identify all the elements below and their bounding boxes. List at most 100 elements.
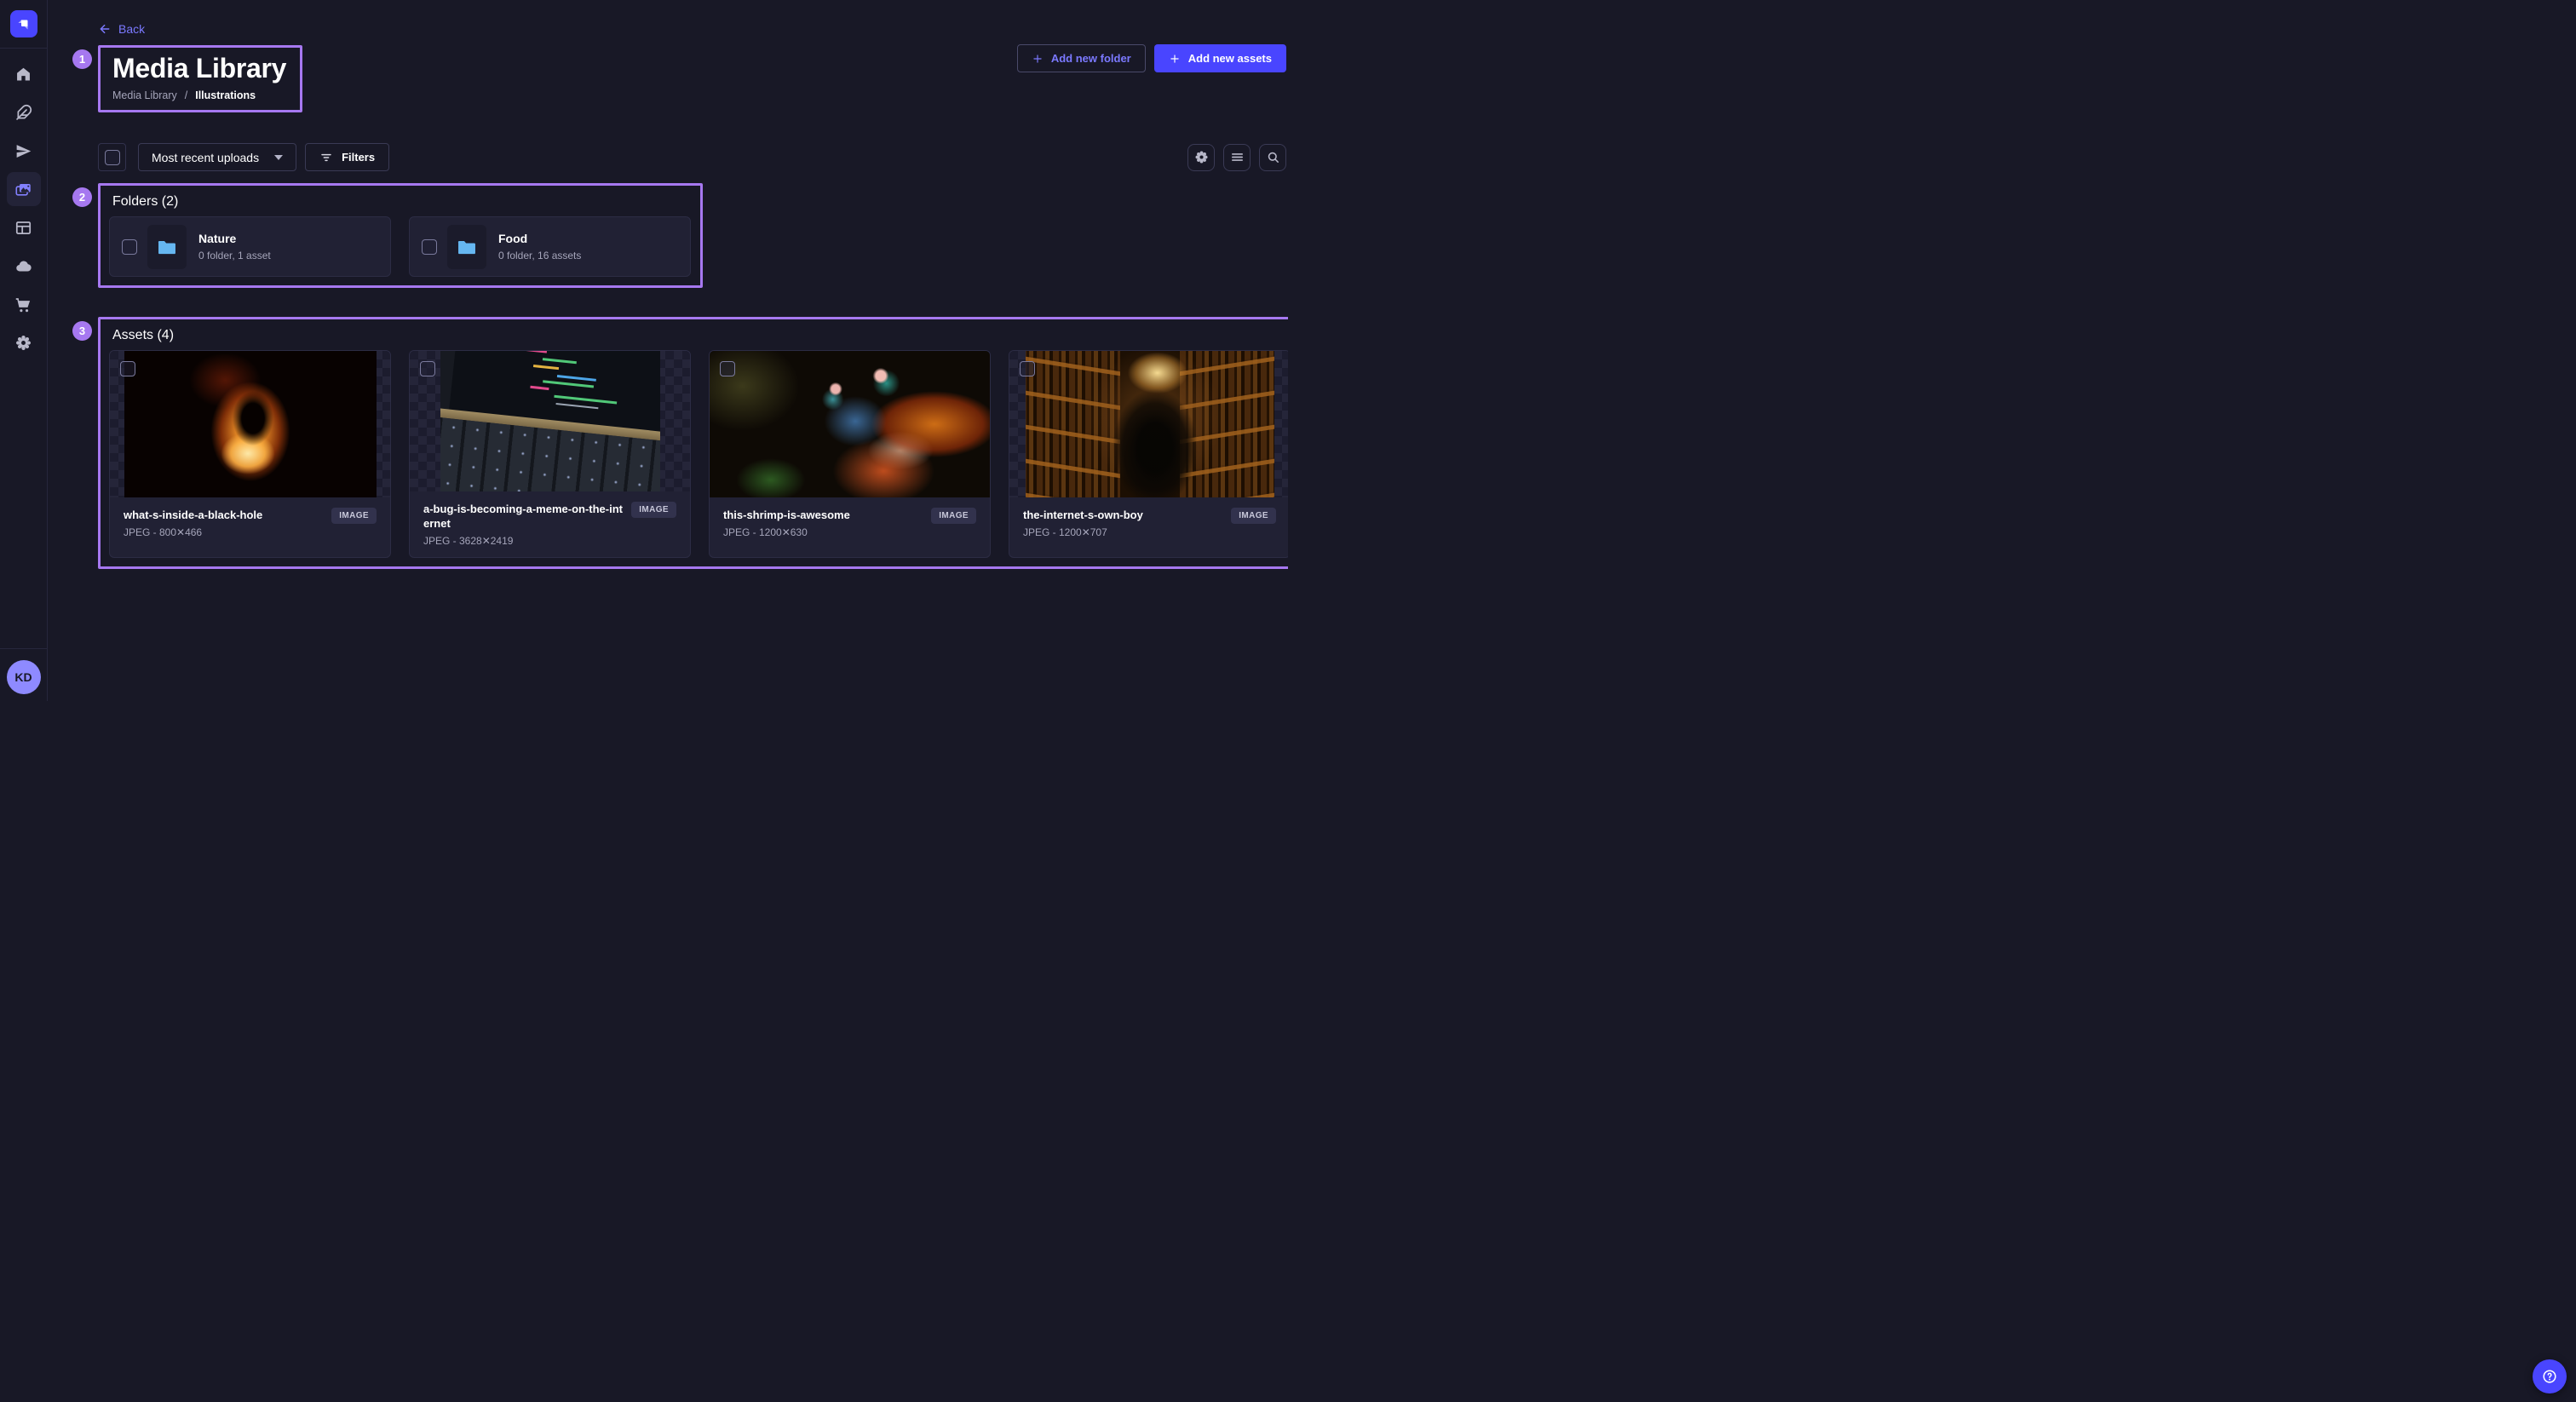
add-new-assets-button[interactable]: Add new assets (1154, 44, 1286, 72)
filter-icon (319, 151, 333, 164)
main-content: Back 1 Media Library Media Library / Ill… (48, 0, 1288, 701)
sidebar-bottom: KD (0, 648, 47, 701)
sidebar-item-media-library[interactable] (7, 172, 41, 206)
folder-info: Food 0 folder, 16 assets (498, 232, 581, 261)
asset-type-badge: IMAGE (1231, 508, 1276, 524)
back-link[interactable]: Back (98, 22, 145, 36)
annotation-box-assets: 3 Assets (4) what-s-inside-a-black-hole … (98, 317, 1288, 569)
view-settings-button[interactable] (1187, 144, 1215, 171)
folders-grid: Nature 0 folder, 1 asset Food 0 folder, … (109, 216, 692, 277)
annotation-box-folders: 2 Folders (2) Nature 0 folder, 1 asset (98, 183, 703, 288)
asset-card-bug-meme[interactable]: a-bug-is-becoming-a-meme-on-the-internet… (409, 350, 691, 558)
sort-dropdown-value: Most recent uploads (152, 151, 259, 164)
plus-icon (1032, 53, 1044, 65)
send-icon (14, 142, 32, 160)
arrow-left-icon (98, 22, 112, 36)
header-actions: Add new folder Add new assets (1017, 44, 1286, 72)
sort-dropdown[interactable]: Most recent uploads (138, 143, 296, 171)
asset-title: what-s-inside-a-black-hole (124, 508, 325, 523)
folder-card-nature[interactable]: Nature 0 folder, 1 asset (109, 216, 391, 277)
asset-meta: JPEG - 1200✕707 (1023, 526, 1224, 538)
chevron-down-icon (274, 155, 283, 160)
toolbar: Most recent uploads Filters (98, 143, 1286, 171)
gear-icon (14, 334, 32, 352)
strapi-logo-mark (16, 16, 32, 32)
folder-info: Nature 0 folder, 1 asset (198, 232, 271, 261)
sidebar-item-releases[interactable] (7, 134, 41, 168)
asset-footer: what-s-inside-a-black-hole JPEG - 800✕46… (110, 497, 390, 557)
breadcrumb-parent[interactable]: Media Library (112, 89, 177, 101)
folder-card-food[interactable]: Food 0 folder, 16 assets (409, 216, 691, 277)
asset-checkbox[interactable] (120, 361, 135, 376)
add-new-folder-button[interactable]: Add new folder (1017, 44, 1146, 72)
gear-icon (1194, 150, 1209, 164)
portrait-figure (1026, 351, 1274, 497)
asset-type-badge: IMAGE (931, 508, 976, 524)
strapi-logo[interactable] (10, 10, 37, 37)
cart-icon (14, 296, 32, 313)
asset-footer: this-shrimp-is-awesome JPEG - 1200✕630 I… (710, 497, 990, 557)
asset-checkbox[interactable] (720, 361, 735, 376)
laptop-code-photo (440, 351, 660, 491)
black-hole-photo (124, 351, 377, 497)
back-label: Back (118, 22, 145, 36)
asset-card-internets-own-boy[interactable]: the-internet-s-own-boy JPEG - 1200✕707 I… (1009, 350, 1288, 558)
question-mark-icon (2540, 1367, 2559, 1386)
layout-icon (14, 219, 32, 237)
asset-title: this-shrimp-is-awesome (723, 508, 924, 523)
folder-meta: 0 folder, 1 asset (198, 250, 271, 261)
asset-title: the-internet-s-own-boy (1023, 508, 1224, 523)
sidebar-item-settings[interactable] (7, 325, 41, 359)
breadcrumb-separator: / (185, 89, 187, 101)
folder-icon (456, 236, 478, 258)
annotation-step-3: 3 (72, 321, 92, 341)
folder-name: Nature (198, 232, 271, 245)
select-all-button[interactable] (98, 143, 126, 171)
folder-checkbox[interactable] (122, 239, 137, 255)
folder-meta: 0 folder, 16 assets (498, 250, 581, 261)
annotation-step-2: 2 (72, 187, 92, 207)
sidebar-divider-bottom (0, 648, 47, 649)
sidebar-item-marketplace[interactable] (7, 287, 41, 321)
mantis-shrimp-photo (710, 351, 990, 497)
search-icon (1266, 150, 1280, 164)
filters-button[interactable]: Filters (305, 143, 389, 171)
asset-type-badge: IMAGE (631, 502, 676, 518)
asset-footer: the-internet-s-own-boy JPEG - 1200✕707 I… (1009, 497, 1288, 557)
breadcrumb: Media Library / Illustrations (112, 89, 286, 101)
user-avatar[interactable]: KD (7, 660, 41, 694)
cloud-icon (14, 257, 32, 275)
folder-name: Food (498, 232, 581, 245)
list-icon (1230, 150, 1245, 164)
asset-type-badge: IMAGE (331, 508, 377, 524)
media-library-icon (14, 181, 32, 198)
asset-card-black-hole[interactable]: what-s-inside-a-black-hole JPEG - 800✕46… (109, 350, 391, 558)
home-icon (14, 66, 32, 83)
asset-meta: JPEG - 800✕466 (124, 526, 325, 538)
sidebar-item-content-type-builder[interactable] (7, 210, 41, 244)
folder-icon (156, 236, 178, 258)
asset-title: a-bug-is-becoming-a-meme-on-the-internet (423, 502, 624, 531)
sidebar-item-content-manager[interactable] (7, 95, 41, 129)
sidebar: KD (0, 0, 48, 701)
select-all-checkbox[interactable] (105, 150, 120, 165)
folder-checkbox[interactable] (422, 239, 437, 255)
list-view-button[interactable] (1223, 144, 1251, 171)
sidebar-item-deploy[interactable] (7, 249, 41, 283)
help-button[interactable] (2533, 1359, 2567, 1393)
search-button[interactable] (1259, 144, 1286, 171)
breadcrumb-current: Illustrations (195, 89, 256, 101)
asset-thumbnail (1009, 351, 1288, 497)
filters-label: Filters (342, 151, 375, 164)
assets-heading: Assets (4) (112, 328, 1288, 343)
asset-card-shrimp[interactable]: this-shrimp-is-awesome JPEG - 1200✕630 I… (709, 350, 991, 558)
folder-tile (447, 225, 486, 269)
asset-checkbox[interactable] (420, 361, 435, 376)
asset-meta: JPEG - 3628✕2419 (423, 535, 624, 547)
plus-icon (1169, 53, 1181, 65)
sidebar-item-home[interactable] (7, 57, 41, 91)
asset-thumbnail (710, 351, 990, 497)
folders-heading: Folders (2) (112, 194, 692, 210)
asset-checkbox[interactable] (1020, 361, 1035, 376)
assets-grid: what-s-inside-a-black-hole JPEG - 800✕46… (109, 350, 1288, 558)
